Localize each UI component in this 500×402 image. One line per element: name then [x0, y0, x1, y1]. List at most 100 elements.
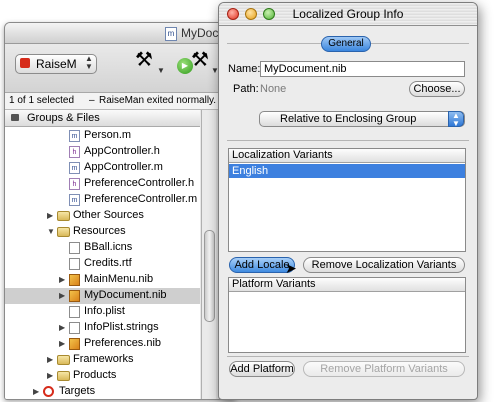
- m-file-icon: m: [69, 162, 80, 174]
- bottom-separator: [227, 356, 469, 357]
- project-window: m MyDocum RaiseM ▲ ▼ ⚒ ▼ ▶ ⚒ ▼ 1 of 1 sel…: [4, 22, 236, 400]
- tree-item-label: PreferenceController.h: [84, 177, 195, 189]
- folder-icon: [57, 211, 70, 221]
- disclosure-collapsed-icon[interactable]: ▶: [33, 387, 39, 396]
- tree-item-label: MainMenu.nib: [84, 273, 154, 285]
- tree-item-label: Targets: [59, 385, 96, 397]
- tree-row-products[interactable]: ▶ Products: [5, 368, 200, 384]
- disclosure-collapsed-icon[interactable]: ▶: [47, 371, 53, 380]
- tree-row-resources[interactable]: ▼ Resources: [5, 224, 200, 240]
- groups-files-tree: m Person.m h AppController.h m AppContro…: [5, 127, 200, 399]
- remove-localization-variants-button[interactable]: Remove Localization Variants: [303, 257, 465, 273]
- build-status: RaiseMan exited normally.: [99, 95, 217, 106]
- folder-icon: [57, 371, 70, 381]
- remove-platform-variants-button[interactable]: Remove Platform Variants: [303, 361, 465, 377]
- tree-row-preferences-nib[interactable]: ▶ Preferences.nib: [5, 336, 200, 352]
- tree-item-label: InfoPlist.strings: [84, 321, 159, 333]
- disclosure-collapsed-icon[interactable]: ▶: [59, 339, 65, 348]
- tree-row-info-plist[interactable]: Info.plist: [5, 304, 200, 320]
- status-bar: 1 of 1 selected – RaiseMan exited normal…: [5, 93, 235, 110]
- disclosure-expanded-icon[interactable]: ▼: [47, 227, 55, 236]
- tab-general[interactable]: General: [321, 36, 371, 52]
- disclosure-collapsed-icon[interactable]: ▶: [47, 355, 53, 364]
- tree-item-label: MyDocument.nib: [84, 289, 167, 301]
- groups-files-header[interactable]: Groups & Files: [5, 110, 200, 127]
- tree-item-label: BBall.icns: [84, 241, 133, 253]
- target-icon: [20, 58, 30, 68]
- groups-icon: [11, 114, 19, 121]
- localization-row-english[interactable]: English: [229, 164, 465, 178]
- file-icon: [69, 306, 80, 318]
- file-icon: [69, 242, 80, 254]
- tree-item-label: Person.m: [84, 129, 132, 141]
- tree-row-person-m[interactable]: m Person.m: [5, 128, 200, 144]
- tree-item-label: Frameworks: [73, 353, 134, 365]
- localization-variants-table[interactable]: Localization Variants English: [228, 148, 466, 252]
- section-separator: [227, 140, 469, 141]
- popup-arrows-icon: ▲ ▼: [448, 111, 464, 128]
- tree-row-other-sources[interactable]: ▶ Other Sources: [5, 208, 200, 224]
- tree-item-label: Resources: [73, 225, 126, 237]
- disclosure-collapsed-icon[interactable]: ▶: [47, 211, 53, 220]
- mouse-pointer-icon: ➤: [285, 260, 297, 276]
- document-icon: m: [165, 27, 177, 41]
- tree-row-mydocument-nib[interactable]: ▶ MyDocument.nib: [5, 288, 200, 304]
- nib-icon: [69, 338, 80, 350]
- platform-variants-table[interactable]: Platform Variants: [228, 277, 466, 353]
- tree-item-label: Preferences.nib: [84, 337, 162, 349]
- separator-dash: –: [89, 95, 95, 106]
- m-file-icon: m: [69, 194, 80, 206]
- disclosure-collapsed-icon[interactable]: ▶: [59, 323, 65, 332]
- tree-item-label: Products: [73, 369, 117, 381]
- file-icon: [69, 258, 80, 270]
- tree-item-label: Info.plist: [84, 305, 125, 317]
- tree-row-targets[interactable]: ▶ Targets: [5, 384, 200, 399]
- tree-row-mainmenu-nib[interactable]: ▶ MainMenu.nib: [5, 272, 200, 288]
- tree-item-label: PreferenceController.m: [84, 193, 198, 205]
- tree-item-label: AppController.m: [84, 161, 163, 173]
- add-platform-button[interactable]: Add Platform: [229, 361, 295, 377]
- platform-variants-header[interactable]: Platform Variants: [229, 278, 465, 292]
- project-toolbar: RaiseM ▲ ▼ ⚒ ▼ ▶ ⚒ ▼: [5, 44, 235, 93]
- path-type-label: Relative to Enclosing Group: [280, 113, 417, 125]
- tree-row-appcontroller-m[interactable]: m AppController.m: [5, 160, 200, 176]
- build-dropdown-icon[interactable]: ▼: [157, 66, 165, 75]
- info-titlebar[interactable]: Localized Group Info: [219, 3, 477, 26]
- tree-item-label: Other Sources: [73, 209, 144, 221]
- project-titlebar[interactable]: m MyDocum: [5, 23, 235, 44]
- tree-row-credits-rtf[interactable]: Credits.rtf: [5, 256, 200, 272]
- nib-icon: [69, 290, 80, 302]
- tree-scrollbar[interactable]: [201, 110, 216, 399]
- name-label: Name:: [228, 63, 261, 75]
- active-target-popup[interactable]: RaiseM ▲ ▼: [15, 54, 97, 74]
- target-icon: [43, 386, 54, 397]
- name-field[interactable]: MyDocument.nib: [260, 61, 465, 77]
- tree-row-preferencecontroller-h[interactable]: h PreferenceController.h: [5, 176, 200, 192]
- build-run-hammer-icon[interactable]: ⚒: [191, 50, 209, 70]
- disclosure-collapsed-icon[interactable]: ▶: [59, 291, 65, 300]
- popup-arrows-icon: ▲ ▼: [85, 54, 93, 71]
- tree-row-preferencecontroller-m[interactable]: m PreferenceController.m: [5, 192, 200, 208]
- h-file-icon: h: [69, 178, 80, 190]
- folder-icon: [57, 227, 70, 237]
- scrollbar-thumb[interactable]: [204, 230, 215, 322]
- tree-item-label: Credits.rtf: [84, 257, 132, 269]
- info-window-title: Localized Group Info: [292, 7, 404, 21]
- tree-row-frameworks[interactable]: ▶ Frameworks: [5, 352, 200, 368]
- build-hammer-icon[interactable]: ⚒: [135, 50, 153, 70]
- active-target-label: RaiseM: [36, 57, 77, 71]
- path-value: None: [260, 83, 287, 95]
- file-icon: [69, 322, 80, 334]
- choose-button[interactable]: Choose...: [409, 81, 465, 97]
- disclosure-collapsed-icon[interactable]: ▶: [59, 275, 65, 284]
- tree-row-appcontroller-h[interactable]: h AppController.h: [5, 144, 200, 160]
- localization-variants-header[interactable]: Localization Variants: [229, 149, 465, 163]
- tree-row-bball-icns[interactable]: BBall.icns: [5, 240, 200, 256]
- selection-status: 1 of 1 selected: [9, 95, 75, 106]
- tree-row-infoplist-strings[interactable]: ▶ InfoPlist.strings: [5, 320, 200, 336]
- groups-files-label: Groups & Files: [27, 112, 100, 124]
- tree-item-label: AppController.h: [84, 145, 160, 157]
- path-type-popup[interactable]: Relative to Enclosing Group ▲ ▼: [259, 111, 465, 128]
- nib-icon: [69, 274, 80, 286]
- folder-icon: [57, 355, 70, 365]
